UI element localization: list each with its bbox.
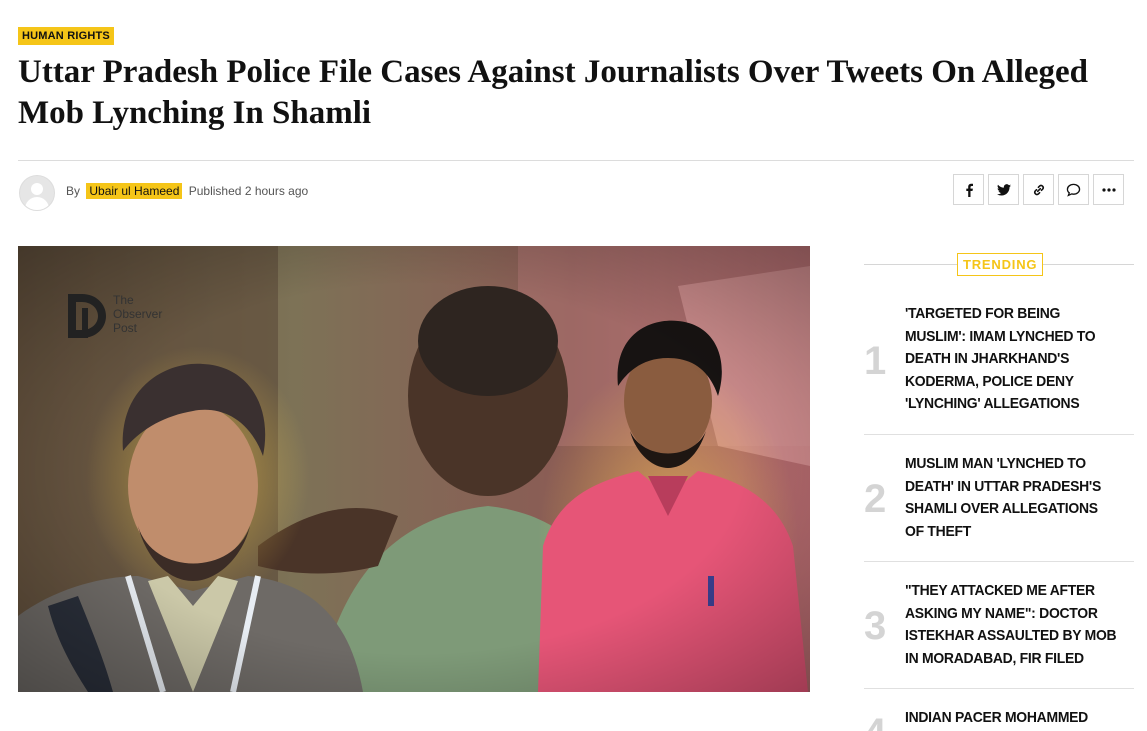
divider bbox=[18, 160, 1134, 161]
more-icon bbox=[1101, 187, 1116, 192]
divider bbox=[864, 688, 1134, 689]
published-time: 2 hours ago bbox=[244, 184, 309, 198]
trending-title[interactable]: Indian Pacer Mohammed bbox=[905, 707, 1117, 730]
trending-label: TRENDING bbox=[957, 253, 1044, 276]
watermark-line-3: Post bbox=[113, 321, 138, 335]
watermark-line-1: The bbox=[113, 293, 134, 307]
watermark-line-2: Observer bbox=[113, 307, 162, 321]
trending-number: 1 bbox=[864, 339, 887, 383]
facebook-icon bbox=[965, 183, 973, 197]
trending-number: 4 bbox=[864, 711, 886, 731]
divider bbox=[864, 561, 1134, 562]
trending-number: 2 bbox=[864, 477, 887, 521]
share-facebook-button[interactable] bbox=[953, 174, 984, 205]
share-twitter-button[interactable] bbox=[988, 174, 1019, 205]
share-more-button[interactable] bbox=[1093, 174, 1124, 205]
trending-title[interactable]: "They Attacked Me After Asking My Name":… bbox=[905, 580, 1117, 670]
trending-number: 3 bbox=[864, 604, 887, 648]
twitter-icon bbox=[996, 183, 1011, 196]
trending-title[interactable]: Muslim Man 'Lynched To Death' In Uttar P… bbox=[905, 453, 1117, 543]
trending-title[interactable]: 'Targeted For Being Muslim': Imam Lynche… bbox=[905, 303, 1117, 416]
byline: By Ubair ul Hameed Published 2 hours ago bbox=[66, 183, 308, 200]
divider bbox=[864, 434, 1134, 435]
share-bar bbox=[953, 174, 1124, 205]
comment-icon bbox=[1066, 183, 1081, 197]
link-icon bbox=[1033, 184, 1044, 195]
author-avatar[interactable] bbox=[19, 175, 55, 211]
share-comment-button[interactable] bbox=[1058, 174, 1089, 205]
author-link[interactable]: Ubair ul Hameed bbox=[86, 183, 183, 199]
share-link-button[interactable] bbox=[1023, 174, 1054, 205]
category-badge[interactable]: HUMAN RIGHTS bbox=[18, 27, 114, 45]
trending-item[interactable]: 4 Indian Pacer Mohammed bbox=[864, 707, 1134, 731]
article-hero-image[interactable]: The Observer Post bbox=[18, 246, 810, 692]
article-title: Uttar Pradesh Police File Cases Against … bbox=[18, 54, 1088, 131]
byline-by: By bbox=[66, 184, 81, 198]
published-label: Published bbox=[188, 184, 242, 198]
